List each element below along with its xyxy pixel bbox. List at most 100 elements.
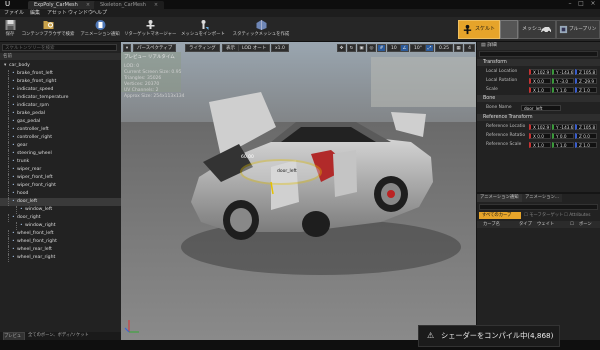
bone-row[interactable]: • brake_pedal [0, 110, 121, 118]
morph-target-filter[interactable]: ☐ モーフターゲット [524, 212, 563, 219]
move-tool-icon[interactable]: ✥ [337, 44, 346, 52]
menu-asset[interactable]: アセット [47, 9, 67, 17]
bone-row[interactable]: • hood [0, 190, 121, 198]
reference-location-y-field[interactable]: Y -143.6 [552, 124, 574, 130]
bone-row[interactable]: • steering_wheel [0, 150, 121, 158]
menu-help[interactable]: ヘルプ [92, 9, 107, 17]
reference-location-z-field[interactable]: Z 105.8 [575, 124, 597, 130]
reference-rotation-x-field[interactable]: X 0.0 [529, 133, 551, 139]
curve-search-input[interactable] [479, 204, 598, 210]
perspective-button[interactable]: パースペクティブ [133, 44, 177, 52]
section-transform[interactable]: Transform [477, 59, 600, 66]
reference-scale-x-field[interactable]: X 1.0 [529, 142, 551, 148]
expand-icon[interactable]: ▾ [4, 62, 6, 70]
bone-row[interactable]: • wheel_front_left [0, 230, 121, 238]
all-curves-filter[interactable]: すべてのカーブ [479, 212, 521, 219]
mode-skeleton-thumbnail[interactable] [500, 20, 518, 39]
bone-row[interactable]: • wheel_front_right [0, 238, 121, 246]
rotation-snap-button[interactable]: 10° [410, 44, 426, 52]
scale-snap-icon[interactable]: ⤢ [425, 44, 434, 52]
bone-row[interactable]: • gear [0, 142, 121, 150]
bone-row[interactable]: • brake_front_left [0, 70, 121, 78]
anim-notify-button[interactable]: アニメーション通知 [78, 19, 122, 39]
scale-z-field[interactable]: Z 1.0 [575, 87, 597, 93]
auto-checkbox-icon[interactable]: ☐ [570, 221, 574, 228]
bone-row[interactable]: • brake_front_right [0, 78, 121, 86]
reference-rotation-z-field[interactable]: Z 0.0 [575, 133, 597, 139]
bone-row[interactable]: • indicator_rpm [0, 102, 121, 110]
tab-anim-curves[interactable]: アニメーション... [522, 194, 563, 202]
bone-row[interactable]: • door_left [0, 198, 121, 206]
reference-location-x-field[interactable]: X 102.9 [529, 124, 551, 130]
menu-edit[interactable]: 編集 [30, 9, 40, 17]
section-reference-transform[interactable]: Reference Transform [477, 114, 600, 121]
maximize-icon[interactable]: □ [576, 0, 586, 8]
bone-row[interactable]: • door_right [0, 214, 121, 222]
bone-name-field[interactable]: door_left [521, 105, 561, 111]
playback-speed-button[interactable]: x1.0 [271, 44, 289, 52]
grid-size-button[interactable]: 10 [387, 44, 401, 52]
tab-skeleton[interactable]: Skeleton_CarMesh × [94, 1, 165, 9]
retarget-manager-button[interactable]: リターゲットマネージャー [124, 19, 176, 39]
local-rotation-z-field[interactable]: Z -29.9 [575, 78, 597, 84]
attributes-filter[interactable]: ☐ Attributes [564, 212, 590, 219]
scale-x-field[interactable]: X 1.0 [529, 87, 551, 93]
rotation-snap-icon[interactable]: ∠ [400, 44, 409, 52]
tab-anim-notify[interactable]: アニメーション通知 [477, 194, 522, 202]
bone-row[interactable]: • wheel_rear_right [0, 254, 121, 262]
minimize-icon[interactable]: – [565, 0, 575, 8]
lod-button[interactable]: LOD オート [238, 44, 271, 52]
bone-row[interactable]: • trunk [0, 158, 121, 166]
bone-row[interactable]: • indicator_temperature [0, 94, 121, 102]
scale-y-field[interactable]: Y 1.0 [552, 87, 574, 93]
bone-row[interactable]: • controller_right [0, 134, 121, 142]
local-location-z-field[interactable]: Z 105.8 [575, 69, 597, 75]
reference-rotation-y-field[interactable]: Y 0.0 [552, 133, 574, 139]
bone-row[interactable]: • window_right [0, 222, 121, 230]
window-close-icon[interactable]: × [588, 0, 598, 8]
local-location-y-field[interactable]: Y -143.6 [552, 69, 574, 75]
viewport-options-icon[interactable]: ▾ [123, 44, 131, 52]
import-mesh-button[interactable]: メッシュをインポート [180, 19, 226, 39]
show-all-bones-dropdown[interactable]: 全てのボーン、ボディ/ソケット [28, 332, 89, 340]
mode-blueprint-button[interactable]: ブループリント [556, 20, 600, 49]
bone-row[interactable]: • gas_pedal [0, 118, 121, 126]
world-local-icon[interactable]: ◎ [367, 44, 376, 52]
lighting-button[interactable]: ライティング [185, 44, 220, 52]
details-tab[interactable]: ▤ 詳細 [477, 42, 600, 50]
reference-scale-z-field[interactable]: Z 1.0 [575, 142, 597, 148]
bone-row[interactable]: ▾ car_body [0, 62, 121, 70]
camera-speed-icon[interactable]: ▦ [454, 44, 463, 52]
save-button[interactable]: 保存 [3, 19, 17, 39]
rotate-tool-icon[interactable]: ↻ [347, 44, 356, 52]
skeleton-search-input[interactable]: スケルトンツリーを検索 [2, 44, 117, 51]
camera-speed-button[interactable]: 4 [464, 44, 475, 52]
mode-mesh-button[interactable]: メッシュ [518, 20, 556, 39]
menu-window[interactable]: ウィンドウ [68, 9, 93, 17]
bone-row[interactable]: • window_left [0, 206, 121, 214]
browse-button[interactable]: コンテンツブラウザで検索 [20, 19, 76, 39]
bone-row[interactable]: • wiper_front_right [0, 182, 121, 190]
close-icon[interactable]: × [86, 2, 90, 8]
local-location-x-field[interactable]: X 102.9 [529, 69, 551, 75]
bone-row[interactable]: • wheel_rear_left [0, 246, 121, 254]
scale-tool-icon[interactable]: ▣ [357, 44, 366, 52]
scale-snap-button[interactable]: 0.25 [435, 44, 454, 52]
bone-row[interactable]: • wiper_rear [0, 166, 121, 174]
local-rotation-x-field[interactable]: X 0.0 [529, 78, 551, 84]
section-bone[interactable]: Bone [477, 95, 600, 102]
show-button[interactable]: 表示 [222, 44, 239, 52]
bone-row[interactable]: • wiper_front_left [0, 174, 121, 182]
local-rotation-y-field[interactable]: Y -3.0 [552, 78, 574, 84]
create-static-mesh-button[interactable]: スタティックメッシュを作成 [230, 19, 292, 39]
viewport[interactable]: ▾ パースペクティブ ライティング 表示 LOD オート x1.0 ✥ ↻ ▣ … [121, 42, 476, 340]
tab-exppoly[interactable]: ExpPoly_CarMesh × [28, 1, 97, 9]
grid-snap-icon[interactable]: # [377, 44, 386, 52]
reference-scale-y-field[interactable]: Y 1.0 [552, 142, 574, 148]
close-icon[interactable]: × [154, 2, 158, 8]
menu-file[interactable]: ファイル [4, 9, 24, 17]
mode-skeleton-button[interactable]: スケルトン [458, 20, 500, 49]
bone-row[interactable]: • controller_left [0, 126, 121, 134]
details-search-input[interactable] [479, 51, 598, 57]
bone-row[interactable]: • indicator_speed [0, 86, 121, 94]
